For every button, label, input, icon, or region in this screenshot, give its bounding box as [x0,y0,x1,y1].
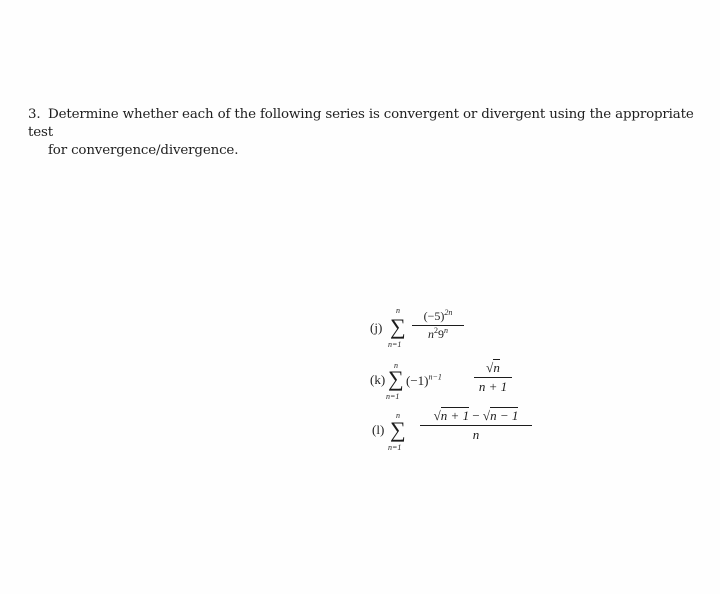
series-label: (j) [370,320,383,335]
series-label: (k) [370,372,386,387]
sigma-icon: ∑ [388,366,404,391]
sqrt-icon: √ [482,408,491,423]
sum-lower-limit: n=1 [386,392,400,401]
fraction: √n + 1 − √n − 1 n [420,407,532,443]
sqrt-icon: √ [433,408,441,423]
series-label: (l) [372,422,385,437]
fraction-numerator: √n + 1 − √n − 1 [433,407,519,423]
alternating-factor: (−1)n−1 [406,372,442,388]
sum-lower-limit: n=1 [388,443,402,452]
sigma-icon: ∑ [390,417,406,442]
fraction: √n n + 1 [474,359,512,395]
fraction: (−5)2n n29n [412,309,464,342]
fraction-numerator: √n [486,359,500,375]
sigma-icon: ∑ [390,314,406,339]
problem-text-line-1: Determine whether each of the following … [28,107,694,140]
fraction-bar [474,377,512,378]
fraction-denominator: n [472,427,480,442]
fraction-bar [412,325,464,326]
problem-number: 3. [28,107,41,122]
problem-statement: 3. Determine whether each of the followin… [28,106,698,160]
sum-lower-limit: n=1 [388,340,402,349]
problem-text-line-2: for convergence/divergence. [48,143,239,158]
fraction-denominator: n29n [428,326,448,342]
fraction-bar [420,425,532,426]
fraction-numerator: (−5)2n [423,308,453,324]
fraction-denominator: n + 1 [478,379,508,394]
problem-line-1: 3. Determine whether each of the followin… [28,106,698,142]
